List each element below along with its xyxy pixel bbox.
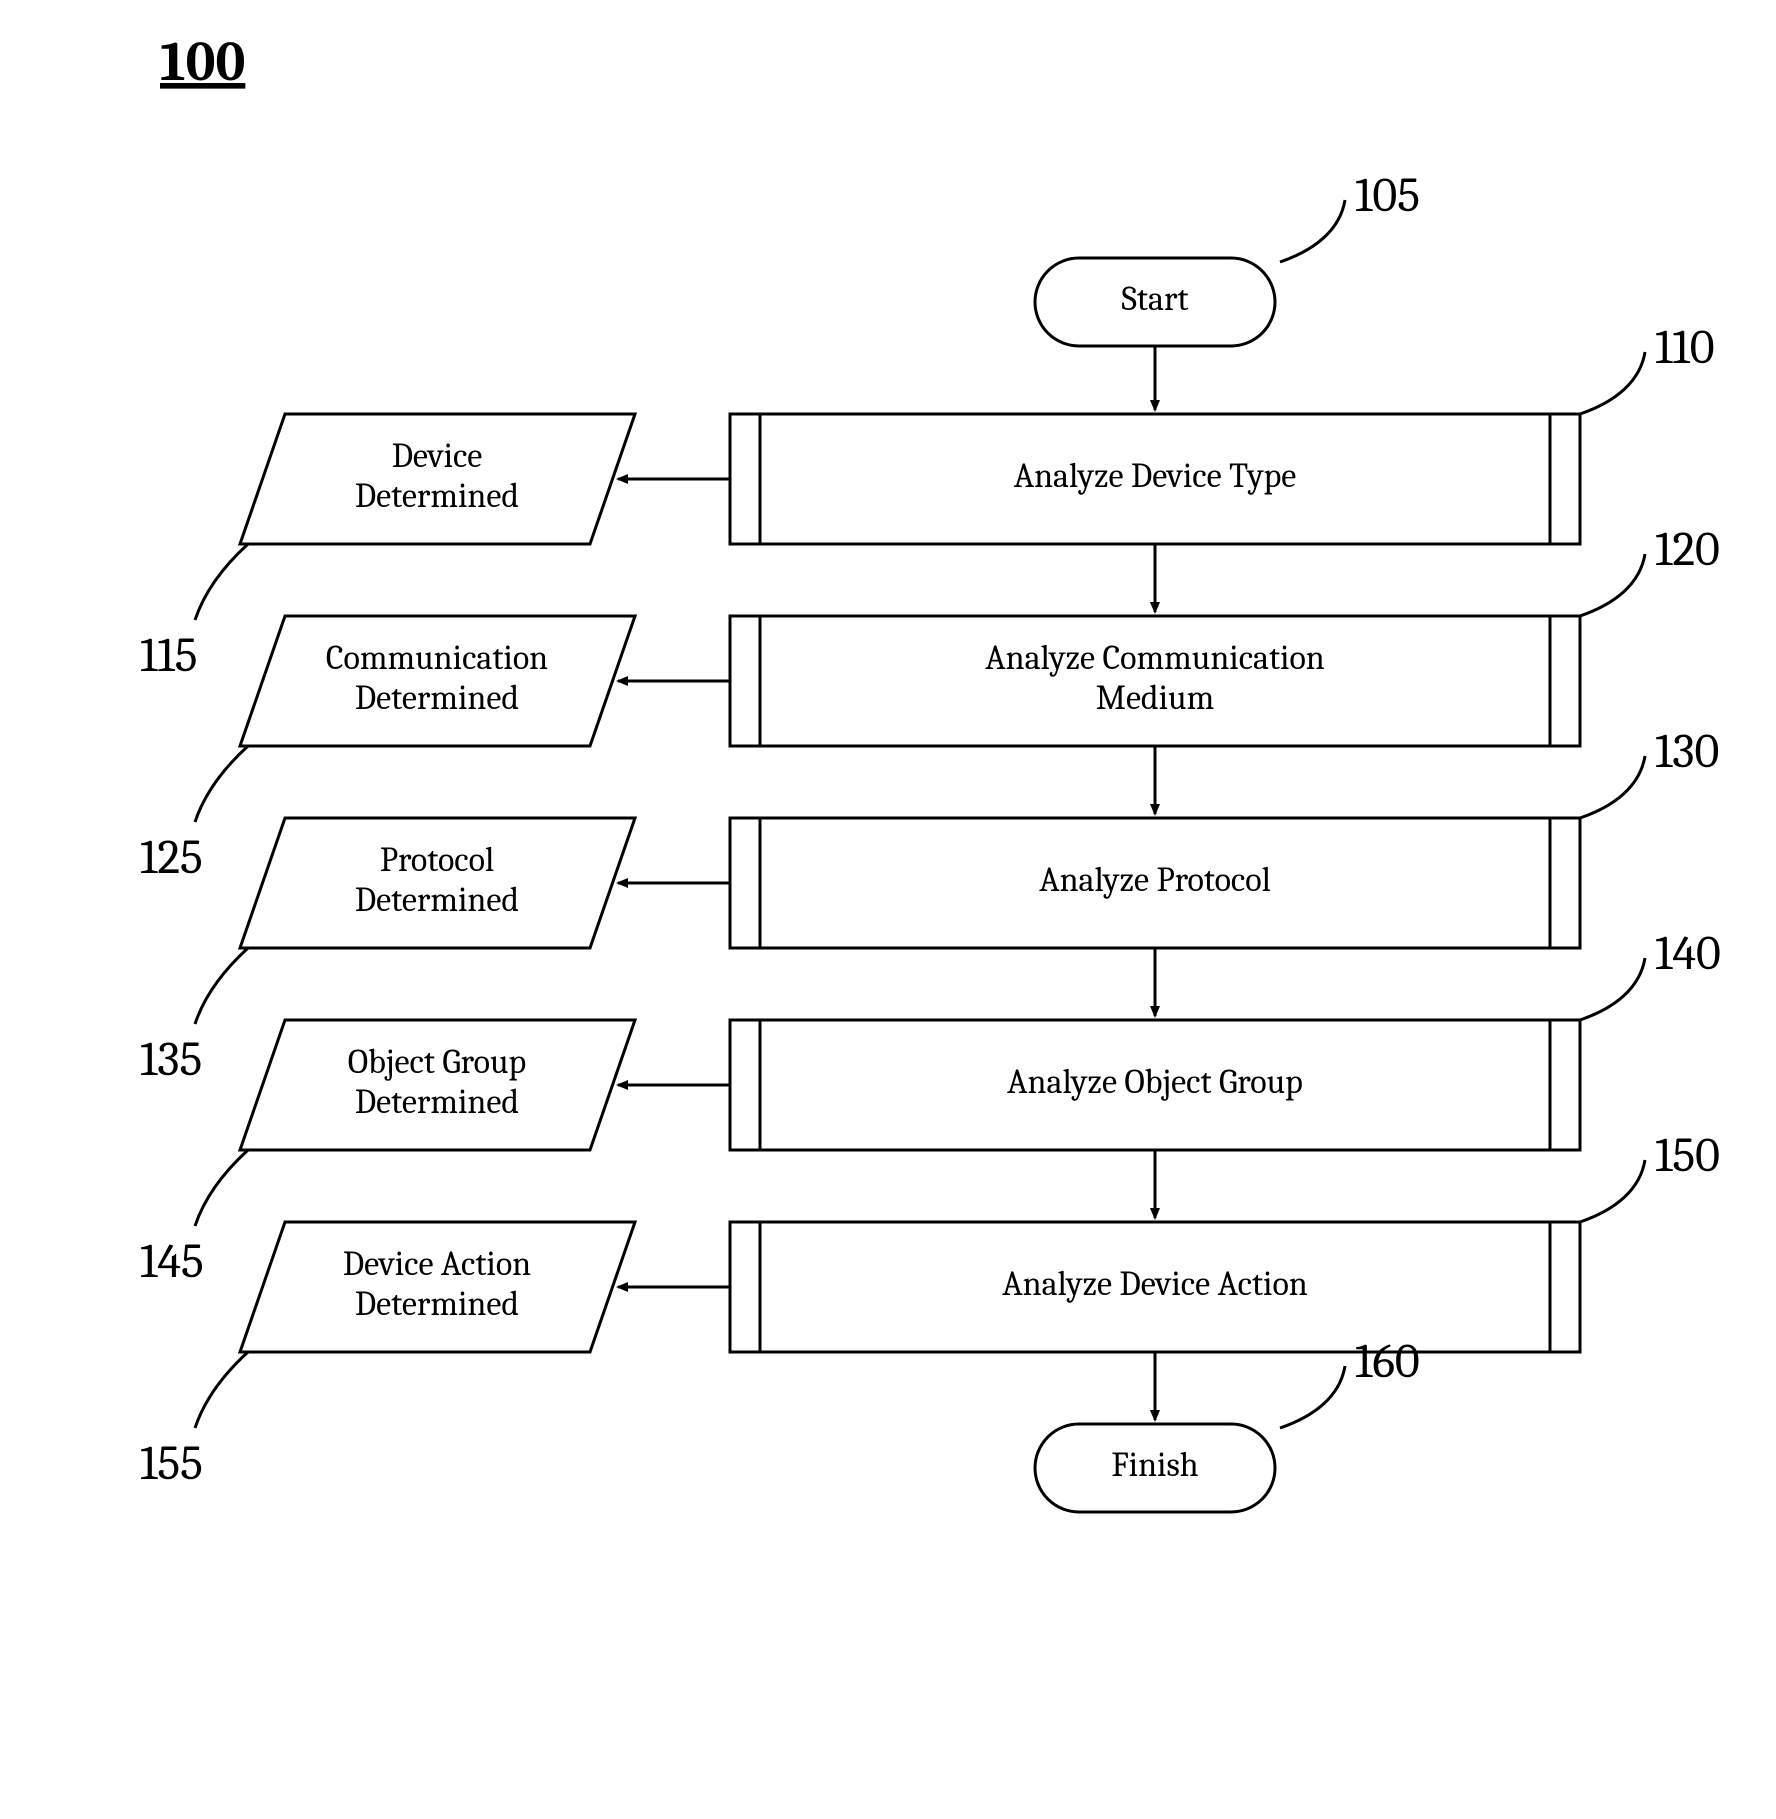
ref-number-160: 160 — [1355, 1334, 1420, 1389]
data-label-step5-line1: Device Action — [343, 1244, 531, 1284]
ref-leader-125 — [195, 746, 248, 822]
start-label: Start — [1122, 279, 1189, 319]
data-label-step3-line1: Protocol — [380, 840, 494, 880]
process-label-step1: Analyze Device Type — [1014, 456, 1297, 496]
data-label-step4-line1: Object Group — [348, 1042, 526, 1082]
data-label-step1-line2: Determined — [355, 476, 519, 516]
ref-number-115: 115 — [140, 628, 198, 683]
ref-leader-145 — [195, 1150, 248, 1226]
ref-number-140: 140 — [1655, 926, 1721, 981]
data-label-step5-line2: Determined — [355, 1284, 519, 1324]
ref-leader-120 — [1580, 554, 1645, 616]
figure-reference-number: 100 — [160, 30, 245, 94]
ref-number-105: 105 — [1355, 168, 1420, 223]
ref-leader-150 — [1580, 1160, 1645, 1222]
ref-leader-140 — [1580, 958, 1645, 1020]
ref-leader-115 — [195, 544, 248, 620]
ref-number-130: 130 — [1655, 724, 1719, 779]
data-label-step2-line2: Determined — [355, 678, 519, 718]
ref-leader-160 — [1280, 1366, 1345, 1428]
ref-number-120: 120 — [1655, 522, 1720, 577]
ref-leader-110 — [1580, 352, 1645, 414]
ref-leader-155 — [195, 1352, 248, 1428]
data-label-step2-line1: Communication — [326, 638, 548, 678]
ref-number-110: 110 — [1655, 320, 1715, 375]
finish-label: Finish — [1111, 1445, 1198, 1485]
process-label-step4: Analyze Object Group — [1007, 1062, 1303, 1102]
ref-number-125: 125 — [140, 830, 203, 885]
ref-number-135: 135 — [140, 1032, 202, 1087]
ref-number-145: 145 — [140, 1234, 204, 1289]
ref-number-155: 155 — [140, 1436, 203, 1491]
ref-leader-105 — [1280, 200, 1345, 262]
ref-leader-130 — [1580, 756, 1645, 818]
data-label-step3-line2: Determined — [355, 880, 519, 920]
process-label-step2-line1: Analyze Communication — [985, 638, 1325, 678]
ref-leader-135 — [195, 948, 248, 1024]
ref-number-150: 150 — [1655, 1128, 1720, 1183]
process-label-step2-line2: Medium — [1096, 678, 1215, 718]
data-label-step1-line1: Device — [392, 436, 483, 476]
process-label-step3: Analyze Protocol — [1039, 860, 1271, 900]
data-label-step4-line2: Determined — [355, 1082, 519, 1122]
process-label-step5: Analyze Device Action — [1002, 1264, 1308, 1304]
